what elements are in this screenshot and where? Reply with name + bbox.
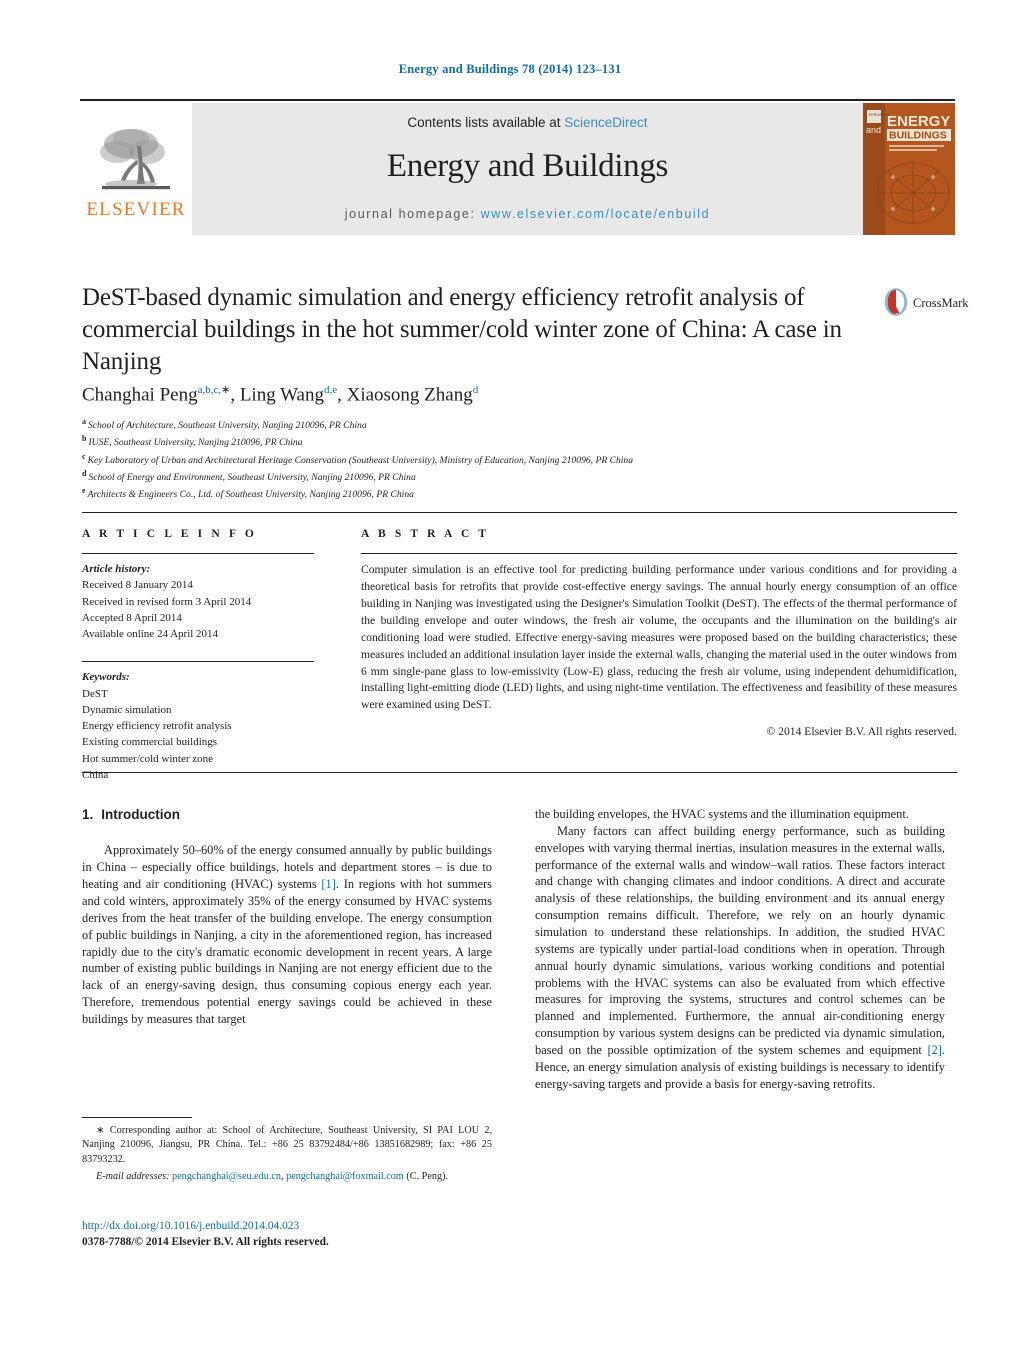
info-abstract-top-rule — [82, 512, 957, 513]
svg-text:ENERGY: ENERGY — [887, 113, 950, 130]
affiliation-item: a School of Architecture, Southeast Unive… — [82, 416, 882, 433]
keywords-group: Keywords: DeST Dynamic simulation Energy… — [82, 669, 314, 783]
email-separator: , — [281, 1171, 284, 1183]
homepage-label: journal homepage: — [344, 207, 476, 221]
paper-title: DeST-based dynamic simulation and energy… — [82, 284, 842, 375]
homepage-url-link[interactable]: www.elsevier.com/locate/enbuild — [481, 207, 711, 221]
corresponding-author-footnote: ∗ Corresponding author at: School of Arc… — [82, 1117, 492, 1185]
article-history-label: Article history: — [82, 563, 151, 575]
email-link[interactable]: pengchanghai@foxmail.com — [286, 1171, 404, 1182]
history-item: Accepted 8 April 2014 — [82, 611, 182, 624]
masthead-center: Contents lists available at ScienceDirec… — [192, 103, 863, 235]
history-item: Received 8 January 2014 — [82, 579, 193, 592]
affiliation-item: d School of Energy and Environment, South… — [82, 468, 882, 485]
body-column-right: the building envelopes, the HVAC systems… — [535, 806, 945, 1093]
footnote-star: ∗ — [96, 1125, 105, 1136]
corresponding-author-text: ∗ Corresponding author at: School of Arc… — [82, 1124, 492, 1167]
article-info-rule — [82, 553, 314, 554]
history-item: Received in revised form 3 April 2014 — [82, 595, 252, 608]
affiliation-item: b IUSE, Southeast University, Nanjing 210… — [82, 433, 882, 450]
doi-link[interactable]: http://dx.doi.org/10.1016/j.enbuild.2014… — [82, 1218, 512, 1234]
svg-text:BUILDINGS: BUILDINGS — [889, 130, 947, 142]
affiliation-text: Architects & Engineers Co., Ltd. of Sout… — [87, 489, 414, 501]
abstract-rule — [361, 553, 957, 554]
contents-available-line: Contents lists available at ScienceDirec… — [407, 115, 647, 130]
body-paragraph: Approximately 50–60% of the energy consu… — [82, 843, 492, 1026]
issn-copyright-line: 0378-7788/© 2014 Elsevier B.V. All right… — [82, 1236, 329, 1249]
email-link[interactable]: pengchanghai@seu.edu.cn — [172, 1171, 281, 1182]
body-paragraph: Many factors can affect building energy … — [535, 823, 945, 1091]
crossmark-label: CrossMark — [913, 296, 969, 310]
keywords-rule — [82, 661, 314, 663]
svg-text:and: and — [866, 125, 881, 135]
journal-title: Energy and Buildings — [386, 148, 669, 184]
affiliation-mark: b — [82, 434, 87, 444]
affiliation-mark: c — [82, 451, 86, 461]
title-block: DeST-based dynamic simulation and energy… — [82, 282, 872, 377]
affiliation-text: School of Energy and Environment, Southe… — [88, 472, 416, 484]
running-head: Energy and Buildings 78 (2014) 123–131 — [398, 62, 622, 76]
section-number: 1. — [82, 807, 94, 822]
affiliation-text: School of Architecture, Southeast Univer… — [88, 420, 367, 432]
citation-link[interactable]: [1] — [321, 877, 335, 891]
affiliation-text: Key Laboratory of Urban and Architectura… — [87, 454, 634, 466]
article-info-heading: A R T I C L E I N F O — [82, 528, 257, 540]
abstract-copyright: © 2014 Elsevier B.V. All rights reserved… — [766, 725, 957, 739]
abstract-text: Computer simulation is an effective tool… — [361, 563, 957, 712]
keyword-item: Hot summer/cold winter zone — [82, 752, 214, 765]
email-line: E-mail addresses: pengchanghai@seu.edu.c… — [82, 1170, 492, 1184]
elsevier-wordmark: ELSEVIER — [86, 198, 186, 220]
journal-homepage-line: journal homepage: www.elsevier.com/locat… — [345, 207, 710, 221]
affiliation-item: e Architects & Engineers Co., Ltd. of Sou… — [82, 485, 882, 502]
affiliation-text: IUSE, Southeast University, Nanjing 2100… — [88, 437, 303, 449]
affiliation-item: c Key Laboratory of Urban and Architectur… — [82, 451, 882, 468]
history-item: Available online 24 April 2014 — [82, 628, 219, 641]
keyword-item: China — [82, 768, 109, 781]
footnote-divider — [82, 1117, 192, 1118]
author-list: Changhai Penga,b,c,∗, Ling Wangd,e, Xiao… — [82, 384, 479, 406]
email-label: E-mail addresses: — [96, 1171, 170, 1183]
sciencedirect-link[interactable]: ScienceDirect — [564, 115, 647, 130]
body-paragraph: the building envelopes, the HVAC systems… — [535, 807, 909, 821]
email-owner: (C. Peng). — [406, 1171, 448, 1183]
journal-cover-thumbnail: PERGAMON and ENERGY BUILDINGS — [863, 103, 955, 235]
journal-masthead: ELSEVIER Contents lists available at Sci… — [80, 99, 955, 235]
paper-page: Energy and Buildings 78 (2014) 123–131 E… — [0, 0, 1020, 1351]
article-info-column: A R T I C L E I N F O Article history: R… — [82, 528, 314, 783]
elsevier-logo: ELSEVIER — [80, 103, 192, 235]
info-abstract-bottom-rule — [82, 772, 957, 773]
abstract-heading: A B S T R A C T — [361, 528, 490, 540]
keywords-label: Keywords: — [82, 671, 130, 684]
body-column-left: 1. Introduction Approximately 50–60% of t… — [82, 806, 492, 1028]
abstract-column: A B S T R A C T Computer simulation is a… — [361, 528, 957, 738]
section-heading-introduction: 1. Introduction — [82, 806, 492, 824]
doi-block: http://dx.doi.org/10.1016/j.enbuild.2014… — [82, 1218, 512, 1250]
affiliation-mark: e — [82, 486, 86, 496]
citation-link[interactable]: [2] — [927, 1043, 941, 1057]
affiliation-mark: d — [82, 469, 87, 479]
corresponding-author-detail: Corresponding author at: School of Archi… — [82, 1125, 493, 1165]
crossmark-badge[interactable]: CrossMark — [883, 283, 969, 329]
section-title: Introduction — [101, 807, 180, 822]
elsevier-tree-icon — [97, 122, 175, 198]
affiliation-list: a School of Architecture, Southeast Unive… — [82, 416, 882, 503]
article-history-group: Article history: Received 8 January 2014… — [82, 561, 314, 642]
contents-prefix: Contents lists available at — [407, 115, 561, 130]
keyword-item: DeST — [82, 687, 108, 700]
affiliation-mark: a — [82, 417, 86, 426]
keyword-item: Energy efficiency retrofit analysis — [82, 720, 232, 733]
keyword-item: Dynamic simulation — [82, 703, 172, 716]
keyword-item: Existing commercial buildings — [82, 736, 218, 749]
